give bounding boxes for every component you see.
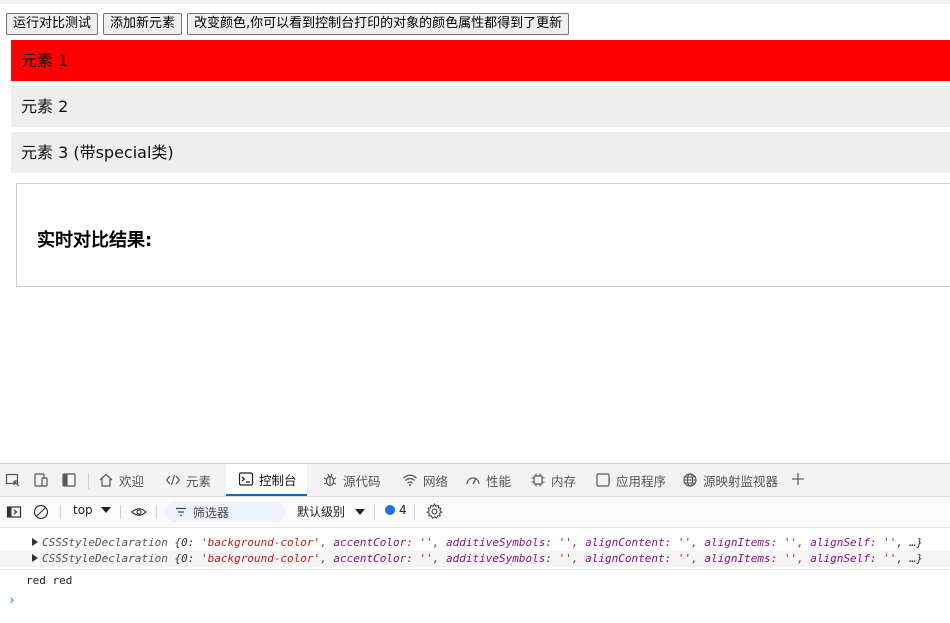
result-title: 实时对比结果: [37,230,153,251]
change-color-button[interactable]: 改变颜色,你可以看到控制台打印的对象的颜色属性都得到了更新 [187,13,570,35]
result-panel: 实时对比结果: [16,183,950,287]
tab-sources-label: 源代码 [343,473,381,489]
console-prompt[interactable]: › [8,593,16,608]
toolbar-separator [374,505,375,519]
filter-placeholder: 筛选器 [193,505,230,520]
device-emulation-icon[interactable] [33,472,49,488]
settings-gear-icon[interactable] [426,503,443,520]
chevron-down-icon [355,508,366,515]
dock-panel-icon[interactable] [61,472,77,488]
bug-icon [323,473,337,487]
globe-icon [683,473,697,487]
log-level-selector[interactable]: 默认级别 [297,503,366,520]
tab-welcome[interactable]: 欢迎 [98,464,144,496]
devtools-panel: 欢迎 元素 控制台 源代码 网络 性能 内存 应用程序 源映射监视器 top 默… [0,463,950,623]
log-divider [0,569,950,570]
message-icon [385,505,395,515]
devtools-tabbar: 欢迎 元素 控制台 源代码 网络 性能 内存 应用程序 源映射监视器 [0,464,950,497]
element-2: 元素 2 [11,86,950,127]
filter-input[interactable]: 筛选器 [165,502,285,522]
context-label: top [73,503,93,517]
tab-sources[interactable]: 源代码 [322,464,381,496]
toolbar-separator [60,505,61,519]
console-log-entry[interactable]: CSSStyleDeclaration {0: 'background-colo… [0,551,950,567]
tab-source-map[interactable]: 源映射监视器 [682,464,778,496]
tab-network[interactable]: 网络 [402,464,448,496]
element-3-special: 元素 3 (带special类) [11,132,950,173]
log-text: CSSStyleDeclaration {0: 'background-colo… [42,552,923,565]
add-tab-icon[interactable] [790,471,806,487]
wifi-icon [403,474,417,486]
tab-memory-label: 内存 [551,473,577,489]
page-area: 运行对比测试 添加新元素 改变颜色,你可以看到控制台打印的对象的颜色属性都得到了… [0,0,950,463]
context-selector[interactable]: top [73,503,111,517]
button-row: 运行对比测试 添加新元素 改变颜色,你可以看到控制台打印的对象的颜色属性都得到了… [6,13,570,35]
toolbar-separator [156,505,157,519]
chip-icon [531,473,545,487]
expand-triangle-icon[interactable] [32,554,38,562]
add-element-button[interactable]: 添加新元素 [103,13,183,35]
tab-console[interactable]: 控制台 [226,464,307,496]
eye-icon[interactable] [131,504,147,520]
window-icon [596,473,610,487]
tab-separator [88,473,89,489]
toolbar-separator [414,505,415,519]
filter-icon [176,507,186,517]
element-1: 元素 1 [11,40,950,81]
clear-console-icon[interactable] [33,504,49,520]
home-icon [99,473,113,487]
tab-elements[interactable]: 元素 [165,464,211,496]
tab-elements-label: 元素 [186,473,212,489]
chevron-down-icon [100,507,111,513]
tab-application[interactable]: 应用程序 [595,464,666,496]
console-icon [238,472,254,486]
issues-count: 4 [399,503,407,517]
toolbar-separator [120,505,121,519]
console-output-line: red red [26,574,73,587]
run-compare-button[interactable]: 运行对比测试 [6,13,99,35]
tab-memory[interactable]: 内存 [530,464,576,496]
log-text: CSSStyleDeclaration {0: 'background-colo… [42,536,923,549]
gauge-icon [466,477,480,485]
console-toolbar: top 默认级别 4 [0,497,950,528]
tab-source-map-label: 源映射监视器 [703,473,779,489]
issues-counter[interactable]: 4 [385,503,407,517]
console-log-entry[interactable]: CSSStyleDeclaration {0: 'background-colo… [0,535,950,551]
tab-network-label: 网络 [423,473,449,489]
tab-performance[interactable]: 性能 [465,464,511,496]
inspect-icon[interactable] [5,472,21,488]
expand-triangle-icon[interactable] [32,538,38,546]
tab-welcome-label: 欢迎 [119,473,145,489]
tab-performance-label: 性能 [486,473,512,489]
code-icon [165,474,181,486]
tab-console-label: 控制台 [259,472,297,488]
tab-application-label: 应用程序 [616,473,667,489]
log-level-label: 默认级别 [297,505,346,519]
sidebar-toggle-icon[interactable] [6,504,22,520]
